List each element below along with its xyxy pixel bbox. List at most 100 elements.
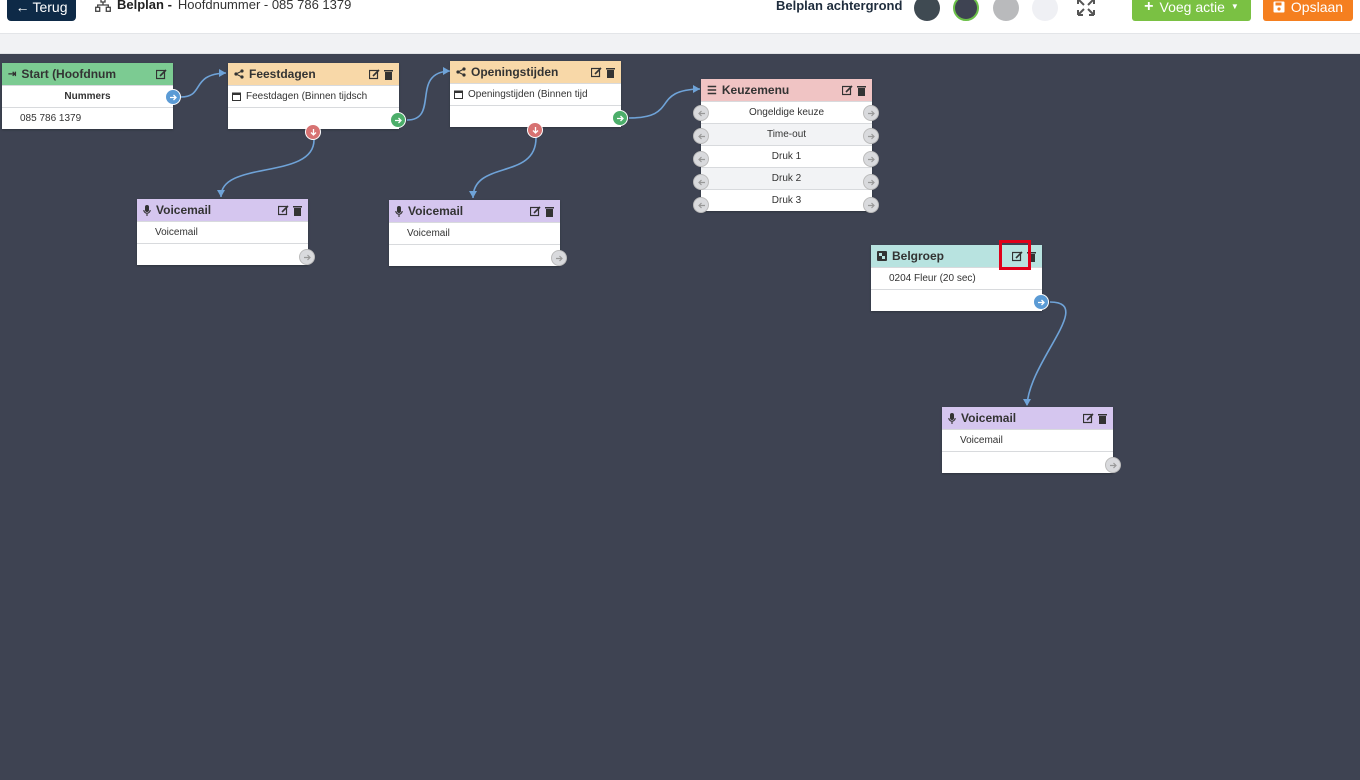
arrow-right-icon [1109, 462, 1117, 468]
output-port[interactable] [863, 197, 879, 213]
edit-icon[interactable] [530, 205, 541, 217]
output-port[interactable] [863, 105, 879, 121]
output-port-false[interactable] [527, 122, 543, 138]
edit-icon[interactable] [369, 68, 380, 80]
calendar-icon [454, 90, 463, 99]
output-port-true[interactable] [390, 112, 406, 128]
node-header: Feestdagen [228, 63, 399, 85]
node-title: Voicemail [961, 411, 1017, 425]
arrow-right-icon [169, 94, 177, 100]
voicemail-row: Voicemail [137, 221, 308, 243]
swatch-grey[interactable] [993, 0, 1019, 21]
node-start[interactable]: ⇥ Start (Hoofdnum Nummers 085 786 1379 [2, 63, 173, 129]
node-header: Voicemail [942, 407, 1113, 429]
output-port[interactable] [863, 128, 879, 144]
output-port[interactable] [551, 250, 567, 266]
output-port[interactable] [165, 89, 181, 105]
swatch-light[interactable] [1032, 0, 1058, 21]
edit-icon[interactable] [156, 68, 167, 80]
arrow-right-icon [867, 133, 875, 139]
menu-option: Ongeldige keuze [701, 101, 872, 123]
voicemail-row: Voicemail [942, 429, 1113, 451]
empty-row [137, 243, 308, 265]
group-icon [877, 251, 887, 261]
output-port[interactable] [863, 174, 879, 190]
node-feestdagen[interactable]: Feestdagen Feestdagen (Binnen tijdsch [228, 63, 399, 129]
arrow-right-icon [867, 202, 875, 208]
trash-icon[interactable] [1098, 413, 1107, 424]
arrow-right-icon [867, 110, 875, 116]
output-port[interactable] [863, 151, 879, 167]
share-icon [456, 67, 466, 77]
trash-icon[interactable] [606, 67, 615, 78]
arrow-right-icon [867, 156, 875, 162]
node-header: Openingstijden [450, 61, 621, 83]
edit-icon[interactable] [591, 66, 602, 78]
microphone-icon [143, 204, 151, 216]
output-port[interactable] [299, 249, 315, 265]
condition-row: Feestdagen (Binnen tijdsch [228, 85, 399, 107]
input-port[interactable] [693, 174, 709, 190]
input-port[interactable] [693, 197, 709, 213]
output-port-true[interactable] [612, 110, 628, 126]
arrow-down-icon [310, 128, 316, 136]
phone-number: 085 786 1379 [2, 107, 173, 129]
node-voicemail-3[interactable]: Voicemail Voicemail [942, 407, 1113, 473]
plus-icon: + [1144, 0, 1154, 15]
section-label: Nummers [2, 85, 173, 107]
output-port-false[interactable] [305, 124, 321, 140]
input-port[interactable] [693, 105, 709, 121]
expand-icon[interactable] [1075, 0, 1097, 18]
node-header: ⇥ Start (Hoofdnum [2, 63, 173, 85]
condition-label: Feestdagen (Binnen tijdsch [246, 91, 368, 102]
floppy-icon [1273, 1, 1285, 12]
node-keuzemenu[interactable]: ☰ Keuzemenu Ongeldige keuze Time-out Dru… [701, 79, 872, 211]
input-port[interactable] [693, 128, 709, 144]
empty-row [942, 451, 1113, 473]
edit-icon[interactable] [1083, 412, 1094, 424]
menu-option: Druk 1 [701, 145, 872, 167]
trash-icon[interactable] [545, 206, 554, 217]
arrow-left-icon [697, 133, 705, 139]
node-voicemail-2[interactable]: Voicemail Voicemail [389, 200, 560, 266]
title-bold: Belplan - [117, 0, 172, 12]
arrow-right-icon [616, 115, 624, 121]
trash-icon[interactable] [857, 85, 866, 96]
save-label: Opslaan [1290, 0, 1344, 15]
caret-down-icon: ▼ [1230, 2, 1239, 11]
sub-bar [0, 34, 1360, 54]
flow-canvas[interactable] [0, 54, 1360, 780]
swatch-dark-navy[interactable] [953, 0, 979, 21]
arrow-right-icon [303, 254, 311, 260]
voicemail-row: Voicemail [389, 222, 560, 244]
node-title: Start (Hoofdnum [21, 67, 117, 81]
trash-icon[interactable] [384, 69, 393, 80]
edit-icon[interactable] [278, 204, 289, 216]
bars-icon: ☰ [707, 84, 717, 97]
add-action-button[interactable]: + Voeg actie ▼ [1132, 0, 1251, 21]
top-bar: ← Terug Belplan - Hoofdnummer - 085 786 … [0, 0, 1360, 34]
save-button[interactable]: Opslaan [1263, 0, 1353, 21]
title-rest: Hoofdnummer - 085 786 1379 [177, 0, 352, 12]
output-port[interactable] [1033, 294, 1049, 310]
arrow-left-icon [697, 202, 705, 208]
sign-in-icon: ⇥ [8, 68, 17, 80]
arrow-down-icon [532, 126, 538, 134]
trash-icon[interactable] [293, 205, 302, 216]
edit-icon[interactable] [842, 84, 853, 96]
menu-option: Time-out [701, 123, 872, 145]
condition-label: Openingstijden (Binnen tijd [468, 89, 588, 100]
back-button[interactable]: ← Terug [7, 0, 76, 21]
swatch-dark-slate[interactable] [914, 0, 940, 21]
background-label: Belplan achtergrond [776, 0, 903, 13]
arrow-left-icon [697, 156, 705, 162]
share-icon [234, 69, 244, 79]
arrow-right-icon [1037, 299, 1045, 305]
arrow-right-icon [867, 179, 875, 185]
output-port[interactable] [1105, 457, 1121, 473]
empty-row [389, 244, 560, 266]
input-port[interactable] [693, 151, 709, 167]
node-title: Voicemail [156, 203, 212, 217]
node-voicemail-1[interactable]: Voicemail Voicemail [137, 199, 308, 265]
node-openingstijden[interactable]: Openingstijden Openingstijden (Binnen ti… [450, 61, 621, 127]
